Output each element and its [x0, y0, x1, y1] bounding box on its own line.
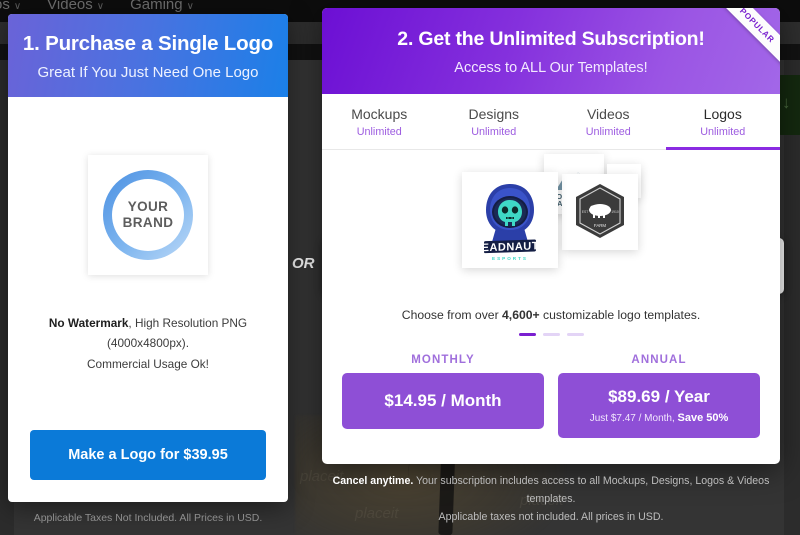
pricing-annual: ANNUAL $89.69 / Year Just $7.47 / Month,…: [558, 354, 760, 438]
tab-designs[interactable]: Designs Unlimited: [437, 94, 552, 150]
description-bold: No Watermark: [48, 316, 129, 330]
description-line-3: Commercial Usage Ok!: [87, 356, 209, 371]
screen: placeit placeit placeit ↓ os∨ Videos∨ Ga…: [0, 0, 800, 535]
nav-item-photos[interactable]: os∨: [0, 0, 21, 13]
tab-label: Mockups: [351, 106, 408, 122]
single-logo-description: No Watermark, High Resolution PNG (4000x…: [28, 313, 268, 374]
single-logo-modal: 1. Purchase a Single Logo Great If You J…: [8, 14, 288, 502]
deadnauts-logo-icon: DEADNAUTS ESPORTS: [462, 172, 558, 268]
pricing-monthly: MONTHLY $14.95 / Month: [342, 354, 544, 438]
nav-item-videos[interactable]: Videos ∨: [47, 0, 104, 13]
brand-ring-icon: YOUR BRAND: [103, 170, 193, 260]
pricing-section: MONTHLY $14.95 / Month ANNUAL $89.69 / Y…: [322, 340, 780, 438]
subscription-modal: 2. Get the Unlimited Subscription! Acces…: [322, 8, 780, 464]
tab-label: Videos: [586, 106, 630, 122]
nav-item-label: os: [0, 0, 10, 13]
nav-item-label: Videos: [47, 0, 93, 13]
annual-note-savings: Save 50%: [677, 412, 729, 424]
pricing-monthly-label: MONTHLY: [411, 354, 475, 366]
tab-mockups[interactable]: Mockups Unlimited: [322, 94, 437, 150]
brand-preview-line1: YOUR: [127, 199, 169, 215]
cancel-anytime-text: Cancel anytime.: [332, 475, 414, 487]
tab-sublabel: Unlimited: [471, 126, 517, 138]
annual-price-note: Just $7.47 / Month, Save 50%: [590, 412, 729, 424]
svg-text:DEADNAUTS: DEADNAUTS: [473, 240, 547, 255]
caption-pre: Choose from over: [401, 308, 503, 322]
description-rest: , High Resolution PNG: [128, 316, 248, 330]
annual-note-pre: Just $7.47 / Month,: [589, 413, 678, 424]
subscription-footer: Cancel anytime. Your subscription includ…: [322, 472, 780, 526]
subscription-header: 2. Get the Unlimited Subscription! Acces…: [322, 8, 780, 94]
or-divider-label: OR: [292, 255, 315, 272]
brand-preview-card: YOUR BRAND: [88, 155, 208, 275]
caption-post: customizable logo templates.: [539, 308, 701, 322]
annual-plan-button[interactable]: $89.69 / Year Just $7.47 / Month, Save 5…: [558, 373, 760, 438]
logo-card-pig-hexagon-badge[interactable]: EST 1910 FARM: [562, 174, 638, 250]
subscription-footer-rest: Your subscription includes access to all…: [413, 475, 770, 505]
annual-price: $89.69 / Year: [608, 387, 710, 406]
caption-count: 4,600+: [502, 308, 540, 322]
monthly-price: $14.95 / Month: [384, 391, 502, 410]
make-a-logo-button[interactable]: Make a Logo for $39.95: [30, 430, 266, 480]
description-line-1: No Watermark, High Resolution PNG: [28, 313, 268, 333]
chevron-down-icon: ∨: [13, 1, 22, 12]
download-icon: ↓: [782, 93, 791, 112]
single-logo-subtitle: Great If You Just Need One Logo: [37, 64, 259, 81]
tab-label: Designs: [468, 106, 520, 122]
brand-ring-inner: YOUR BRAND: [112, 179, 184, 251]
carousel-caption: Choose from over 4,600+ customizable log…: [322, 298, 780, 322]
chevron-down-icon: ∨: [186, 1, 194, 12]
subscription-title: 2. Get the Unlimited Subscription!: [397, 28, 705, 50]
svg-text:EST: EST: [582, 210, 589, 214]
tab-sublabel: Unlimited: [700, 126, 746, 138]
monthly-plan-button[interactable]: $14.95 / Month: [342, 373, 544, 429]
logo-carousel: WORLD WIDE VACATIONS TRAVEL AGENCY EST: [322, 150, 780, 298]
carousel-dot-2[interactable]: [542, 333, 560, 336]
tab-sublabel: Unlimited: [356, 126, 402, 138]
svg-text:1910: 1910: [611, 210, 619, 214]
carousel-dot-3[interactable]: [566, 333, 584, 336]
pricing-annual-label: ANNUAL: [631, 354, 687, 366]
subscription-subtitle: Access to ALL Our Templates!: [454, 60, 648, 76]
single-logo-header: 1. Purchase a Single Logo Great If You J…: [8, 14, 288, 97]
category-tabs: Mockups Unlimited Designs Unlimited Vide…: [322, 94, 780, 150]
nav-item-gaming[interactable]: Gaming ∨: [130, 0, 194, 13]
subscription-footer-line-1: Cancel anytime. Your subscription includ…: [322, 472, 780, 508]
carousel-pagination: [322, 322, 780, 336]
svg-text:ESPORTS: ESPORTS: [492, 256, 528, 261]
description-line-2: (4000x4800px).: [107, 336, 189, 351]
subscription-footer-line-2: Applicable taxes not included. All price…: [438, 511, 664, 523]
background-download-chip: ↓: [778, 75, 800, 135]
svg-text:FARM: FARM: [594, 223, 607, 228]
single-logo-footnote: Applicable Taxes Not Included. All Price…: [33, 512, 263, 524]
background-nav: os∨ Videos∨ Gaming∨: [0, 0, 194, 13]
logo-card-deadnauts[interactable]: DEADNAUTS ESPORTS: [462, 172, 558, 268]
single-logo-title: 1. Purchase a Single Logo: [22, 32, 274, 55]
single-logo-cta-wrap: Make a Logo for $39.95: [28, 430, 268, 502]
tab-videos[interactable]: Videos Unlimited: [551, 94, 666, 150]
brand-preview-line2: BRAND: [122, 215, 174, 230]
pig-hexagon-badge-logo-icon: EST 1910 FARM: [562, 174, 638, 250]
chevron-down-icon: ∨: [96, 1, 105, 12]
carousel-dot-1[interactable]: [518, 333, 536, 336]
nav-item-label: Gaming: [130, 0, 183, 13]
tab-label: Logos: [703, 106, 742, 122]
single-logo-body: YOUR BRAND No Watermark, High Resolution…: [8, 97, 288, 502]
tab-logos[interactable]: Logos Unlimited: [665, 94, 780, 150]
tab-sublabel: Unlimited: [585, 126, 631, 138]
